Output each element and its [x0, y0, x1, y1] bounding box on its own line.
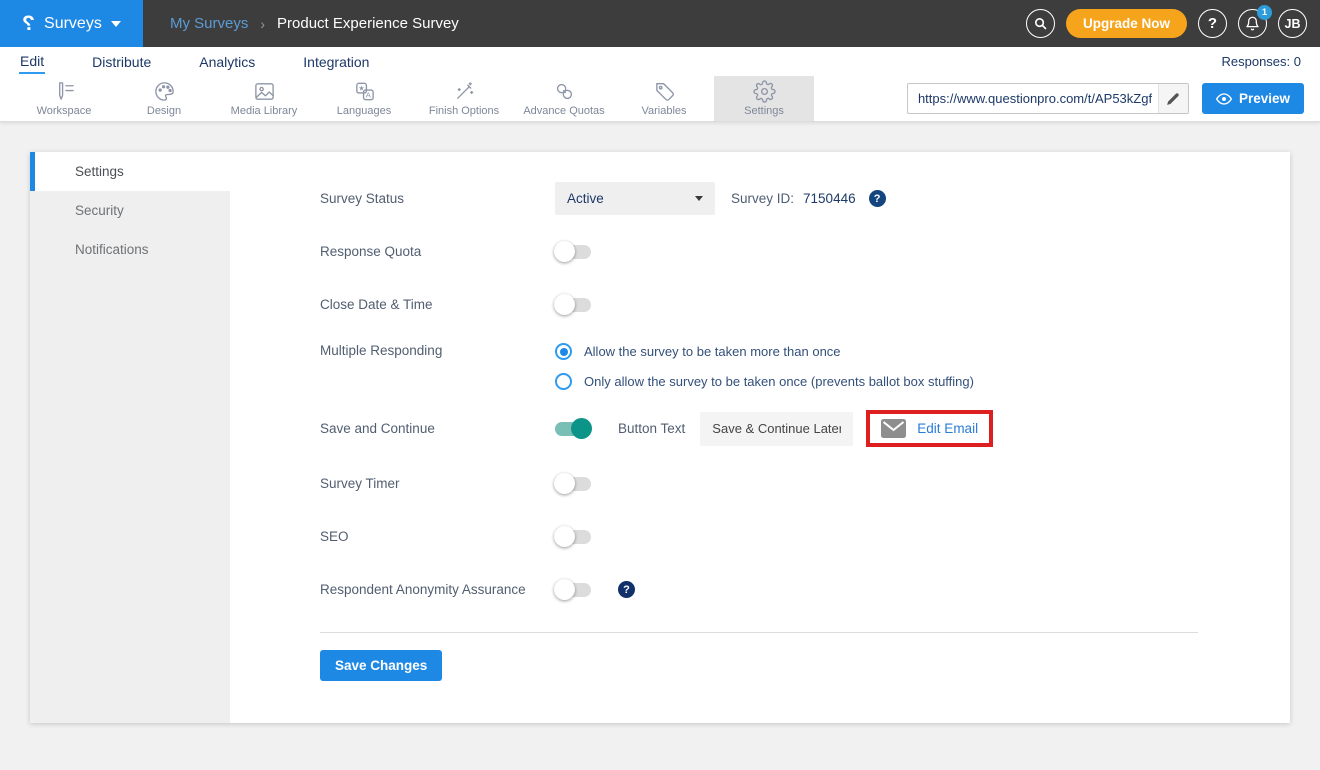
finish-options-icon: [453, 80, 476, 103]
survey-nav-tabs: Edit Distribute Analytics Integration Re…: [0, 47, 1320, 76]
save-continue-toggle[interactable]: [555, 422, 591, 436]
tab-integration[interactable]: Integration: [302, 51, 370, 73]
settings-panel: Survey Status Active Survey ID: 7150446 …: [230, 152, 1290, 723]
multiple-responding-label: Multiple Responding: [320, 341, 555, 358]
toolbar-tab-workspace[interactable]: Workspace: [14, 76, 114, 121]
toolbar-tab-variables[interactable]: Variables: [614, 76, 714, 121]
eye-icon: [1216, 91, 1232, 107]
radio-only-once[interactable]: Only allow the survey to be taken once (…: [555, 373, 974, 390]
close-date-label: Close Date & Time: [320, 297, 555, 312]
survey-url-input[interactable]: [908, 91, 1158, 106]
pencil-icon: [1166, 92, 1180, 106]
radio-allow-multiple[interactable]: Allow the survey to be taken more than o…: [555, 343, 974, 360]
radio-unselected-icon: [555, 373, 572, 390]
multiple-responding-options: Allow the survey to be taken more than o…: [555, 341, 974, 390]
breadcrumb-my-surveys[interactable]: My Surveys: [170, 15, 248, 32]
workspace-icon: [53, 80, 76, 103]
anonymity-toggle[interactable]: [555, 583, 591, 597]
toolbar-tab-media-library[interactable]: Media Library: [214, 76, 314, 121]
save-changes-button[interactable]: Save Changes: [320, 650, 442, 681]
button-text-input[interactable]: [700, 412, 853, 446]
avatar-initials: JB: [1285, 17, 1301, 31]
survey-id-label: Survey ID:: [731, 191, 794, 206]
survey-status-select[interactable]: Active: [555, 182, 715, 215]
survey-timer-toggle[interactable]: [555, 477, 591, 491]
upgrade-now-button[interactable]: Upgrade Now: [1066, 9, 1187, 38]
seo-row: SEO: [320, 520, 1290, 553]
notifications-button[interactable]: 1: [1238, 9, 1267, 38]
response-quota-row: Response Quota: [320, 235, 1290, 268]
tab-analytics[interactable]: Analytics: [198, 51, 256, 73]
survey-id-group: Survey ID: 7150446: [731, 191, 856, 206]
anonymity-label: Respondent Anonymity Assurance: [320, 582, 555, 597]
svg-text:★: ★: [358, 85, 364, 93]
survey-status-label: Survey Status: [320, 191, 555, 206]
settings-sidebar: Settings Security Notifications: [30, 152, 230, 723]
response-quota-label: Response Quota: [320, 244, 555, 259]
svg-text:A: A: [365, 91, 371, 100]
breadcrumb: My Surveys › Product Experience Survey: [170, 15, 459, 32]
annotation-highlight-box: Edit Email: [866, 410, 993, 447]
breadcrumb-separator: ›: [260, 16, 265, 32]
response-quota-toggle[interactable]: [555, 245, 591, 259]
survey-status-row: Survey Status Active Survey ID: 7150446 …: [320, 182, 1290, 215]
sidebar-item-security[interactable]: Security: [30, 191, 230, 230]
toolbar-tab-languages[interactable]: ★ A Languages: [314, 76, 414, 121]
seo-toggle[interactable]: [555, 530, 591, 544]
header-actions: Upgrade Now ? 1 JB: [1026, 9, 1307, 38]
button-text-label: Button Text: [618, 421, 685, 436]
question-mark-icon: ?: [1208, 15, 1217, 32]
radio-selected-icon: [555, 343, 572, 360]
search-icon: [1033, 16, 1048, 31]
seo-label: SEO: [320, 529, 555, 544]
media-library-icon: [253, 80, 276, 103]
edit-url-button[interactable]: [1158, 84, 1188, 113]
surveys-product-menu[interactable]: ? Surveys: [0, 0, 143, 47]
toolbar-tab-design[interactable]: Design: [114, 76, 214, 121]
responses-count: Responses: 0: [1222, 54, 1302, 69]
anonymity-row: Respondent Anonymity Assurance ?: [320, 573, 1290, 606]
notification-count-badge: 1: [1257, 5, 1272, 20]
tab-edit[interactable]: Edit: [19, 50, 45, 74]
edit-toolbar: Workspace Design Media Library ★ A Langu…: [0, 76, 1320, 122]
toolbar-tab-settings[interactable]: Settings: [714, 76, 814, 121]
survey-id-value: 7150446: [803, 191, 856, 206]
preview-button[interactable]: Preview: [1202, 83, 1304, 114]
email-envelope-icon: [881, 419, 906, 438]
settings-gear-icon: [753, 80, 776, 103]
product-name: Surveys: [44, 15, 102, 33]
anonymity-help-icon[interactable]: ?: [618, 581, 635, 598]
multiple-responding-row: Multiple Responding Allow the survey to …: [320, 341, 1290, 390]
search-button[interactable]: [1026, 9, 1055, 38]
toolbar-tab-finish-options[interactable]: Finish Options: [414, 76, 514, 121]
save-continue-row: Save and Continue Button Text Edit Email: [320, 410, 1290, 447]
settings-card: Settings Security Notifications Survey S…: [30, 152, 1290, 723]
languages-icon: ★ A: [353, 80, 376, 103]
survey-timer-row: Survey Timer: [320, 467, 1290, 500]
variables-icon: [653, 80, 676, 103]
top-header: ? Surveys My Surveys › Product Experienc…: [0, 0, 1320, 47]
toolbar-tab-advance-quotas[interactable]: Advance Quotas: [514, 76, 614, 121]
advance-quotas-icon: [553, 80, 576, 103]
user-avatar[interactable]: JB: [1278, 9, 1307, 38]
section-divider: [320, 632, 1198, 633]
survey-url-box: [907, 83, 1189, 114]
edit-email-button[interactable]: Edit Email: [881, 419, 978, 438]
save-continue-label: Save and Continue: [320, 421, 555, 436]
sidebar-item-settings[interactable]: Settings: [30, 152, 230, 191]
close-date-row: Close Date & Time: [320, 288, 1290, 321]
page-content: Settings Security Notifications Survey S…: [0, 122, 1320, 723]
help-button[interactable]: ?: [1198, 9, 1227, 38]
survey-timer-label: Survey Timer: [320, 476, 555, 491]
tab-distribute[interactable]: Distribute: [91, 51, 152, 73]
chevron-down-icon: [111, 21, 121, 27]
questionpro-logo-icon: ?: [22, 13, 35, 34]
sidebar-item-notifications[interactable]: Notifications: [30, 230, 230, 269]
chevron-down-icon: [695, 196, 703, 201]
survey-id-help-icon[interactable]: ?: [869, 190, 886, 207]
close-date-toggle[interactable]: [555, 298, 591, 312]
design-palette-icon: [153, 80, 176, 103]
bell-icon: [1245, 16, 1260, 31]
breadcrumb-survey-title: Product Experience Survey: [277, 15, 459, 32]
